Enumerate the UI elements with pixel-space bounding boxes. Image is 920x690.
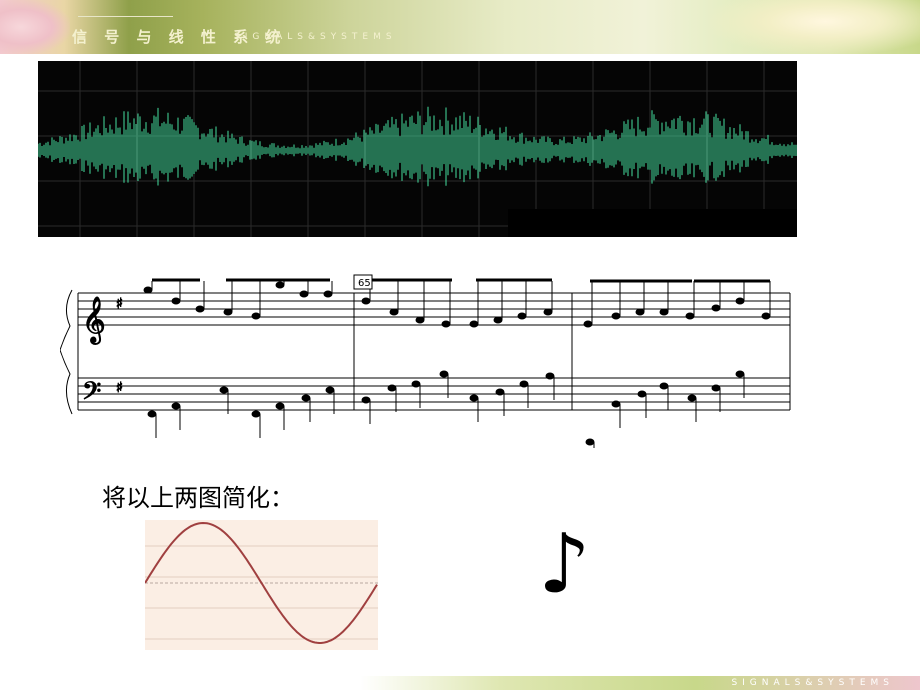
note-head	[735, 297, 745, 305]
music-score: 𝄞 𝄢 ♯ ♯ 65	[60, 274, 791, 448]
note-head	[735, 370, 745, 378]
note-head	[415, 316, 425, 324]
note-head	[275, 281, 285, 289]
note-head	[223, 308, 233, 316]
note-head	[143, 286, 153, 294]
note-head	[275, 402, 285, 410]
note-head	[299, 290, 309, 298]
header-rule	[78, 16, 173, 17]
note-head	[761, 312, 771, 320]
svg-text:65: 65	[358, 278, 371, 289]
note-head	[659, 382, 669, 390]
note-head	[545, 372, 555, 380]
note-head	[219, 386, 229, 394]
note-head	[251, 312, 261, 320]
treble-clef-icon: 𝄞	[82, 297, 106, 345]
flower-decoration	[710, 0, 920, 54]
note-head	[361, 297, 371, 305]
note-head	[685, 312, 695, 320]
sharp-icon: ♯	[116, 296, 123, 312]
note-head	[323, 290, 333, 298]
note-head	[195, 305, 205, 313]
note-head	[469, 394, 479, 402]
sine-wave-plot	[145, 520, 378, 650]
lotus-decoration	[0, 0, 70, 54]
note-head	[493, 316, 503, 324]
note-head	[543, 308, 553, 316]
note-head	[659, 308, 669, 316]
note-head	[361, 396, 371, 404]
note-head	[441, 320, 451, 328]
note-head	[519, 380, 529, 388]
note-head	[611, 312, 621, 320]
note-head	[411, 380, 421, 388]
header-subtitle: SIGNALS&SYSTEMS	[234, 32, 397, 42]
note-head	[171, 402, 181, 410]
note-head	[637, 390, 647, 398]
measure-number: 65	[353, 274, 373, 290]
note-head	[171, 297, 181, 305]
note-head	[583, 320, 593, 328]
eighth-note-icon: ♪	[538, 517, 591, 612]
note-head	[387, 384, 397, 392]
note-head	[251, 410, 261, 418]
note-head	[517, 312, 527, 320]
note-head	[301, 394, 311, 402]
note-head	[687, 394, 697, 402]
note-head	[711, 304, 721, 312]
note-head	[389, 308, 399, 316]
brace-icon	[60, 289, 73, 415]
audio-waveform	[38, 61, 797, 237]
note-head	[611, 400, 621, 408]
caption-text: 将以上两图简化：	[102, 484, 294, 512]
note-head	[711, 384, 721, 392]
note-head	[439, 370, 449, 378]
footer-text: SIGNALS&SYSTEMS	[731, 678, 894, 688]
note-head	[469, 320, 479, 328]
bass-clef-icon: 𝄢	[82, 377, 101, 412]
note-head	[635, 308, 645, 316]
note-head	[585, 438, 595, 446]
note-head	[325, 386, 335, 394]
note-head	[495, 388, 505, 396]
footer-banner: SIGNALS&SYSTEMS	[360, 676, 920, 690]
header-banner: 信 号 与 线 性 系 统 SIGNALS&SYSTEMS	[0, 0, 920, 54]
note-head	[147, 410, 157, 418]
sharp-icon: ♯	[116, 380, 123, 396]
